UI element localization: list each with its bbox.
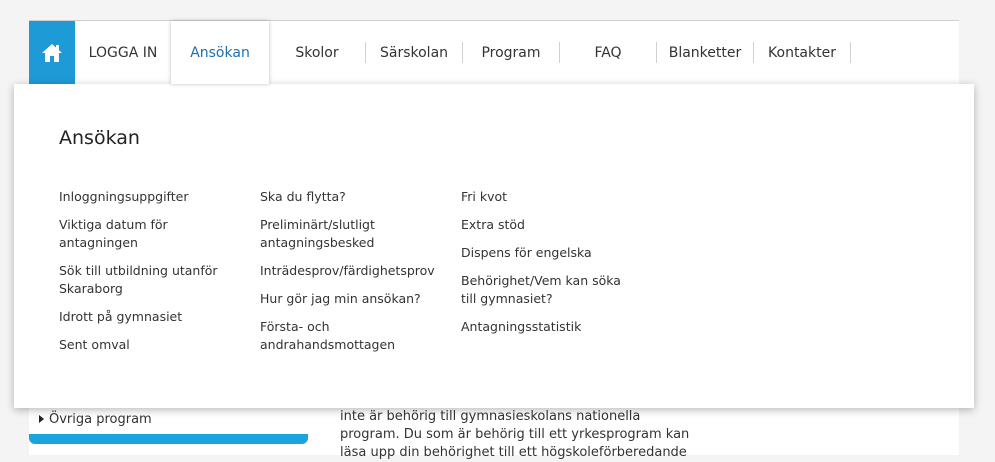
menu-link[interactable]: Viktiga datum för antagningen (59, 216, 189, 252)
mega-menu-dropdown: Ansökan Inloggningsuppgifter Viktiga dat… (14, 84, 974, 408)
nav-item-logga-in[interactable]: LOGGA IN (75, 21, 171, 84)
menu-link[interactable]: Behörighet/Vem kan söka till gymnasiet? (461, 272, 621, 308)
menu-link[interactable]: Antagningsstatistik (461, 318, 641, 336)
menu-link[interactable]: Sök till utbildning utanför Skaraborg (59, 262, 229, 298)
caret-right-icon (39, 415, 44, 423)
body-text-line: läsa upp din behörighet till ett högskol… (340, 445, 687, 460)
menu-link[interactable]: Ska du flytta? (260, 188, 440, 206)
nav-item-label: Kontakter (768, 44, 836, 61)
nav-item-kontakter[interactable]: Kontakter (754, 21, 850, 84)
menu-link[interactable]: Dispens för engelska (461, 244, 641, 262)
mega-menu-column: Fri kvot Extra stöd Dispens för engelska… (461, 188, 641, 346)
nav-separator (850, 42, 851, 63)
nav-item-label: Ansökan (190, 44, 250, 61)
sidebar-bottom-bar (29, 434, 308, 444)
nav-item-skolor[interactable]: Skolor (269, 21, 365, 84)
menu-link[interactable]: Fri kvot (461, 188, 641, 206)
nav-item-ansokan[interactable]: Ansökan (171, 21, 269, 84)
nav-item-sarskolan[interactable]: Särskolan (366, 21, 462, 84)
main-navigation: LOGGA IN Ansökan Skolor Särskolan Progra… (29, 21, 959, 84)
nav-item-label: Särskolan (379, 44, 449, 61)
nav-item-label: FAQ (594, 44, 622, 61)
nav-item-label: Program (481, 44, 541, 61)
body-text-line: inte är behörig till gymnasieskolans nat… (340, 409, 641, 424)
sidebar-item-ovriga-program[interactable]: Övriga program (29, 404, 306, 434)
nav-item-label: LOGGA IN (88, 44, 158, 61)
menu-link[interactable]: Hur gör jag min ansökan? (260, 290, 440, 308)
menu-link[interactable]: Sent omval (59, 336, 239, 354)
home-button[interactable] (29, 21, 75, 84)
home-icon (42, 43, 62, 62)
mega-menu-title: Ansökan (59, 127, 140, 149)
menu-link[interactable]: Idrott på gymnasiet (59, 308, 239, 326)
menu-link[interactable]: Extra stöd (461, 216, 641, 234)
menu-link[interactable]: Första- och andrahandsmottagen (260, 318, 400, 354)
nav-item-faq[interactable]: FAQ (560, 21, 656, 84)
menu-link[interactable]: Inloggningsuppgifter (59, 188, 239, 206)
menu-link[interactable]: Inträdesprov/färdighetsprov (260, 262, 440, 280)
menu-link[interactable]: Preliminärt/slutligt antagningsbesked (260, 216, 390, 252)
nav-item-label: Blanketter (668, 44, 742, 61)
nav-item-program[interactable]: Program (463, 21, 559, 84)
body-text-line: program. Du som är behörig till ett yrke… (340, 427, 690, 442)
body-text: inte är behörig till gymnasieskolans nat… (340, 408, 690, 462)
nav-item-label: Skolor (295, 44, 339, 61)
sidebar-item-label: Övriga program (49, 411, 152, 427)
mega-menu-column: Inloggningsuppgifter Viktiga datum för a… (59, 188, 239, 364)
nav-item-blanketter[interactable]: Blanketter (657, 21, 753, 84)
mega-menu-column: Ska du flytta? Preliminärt/slutligt anta… (260, 188, 440, 364)
